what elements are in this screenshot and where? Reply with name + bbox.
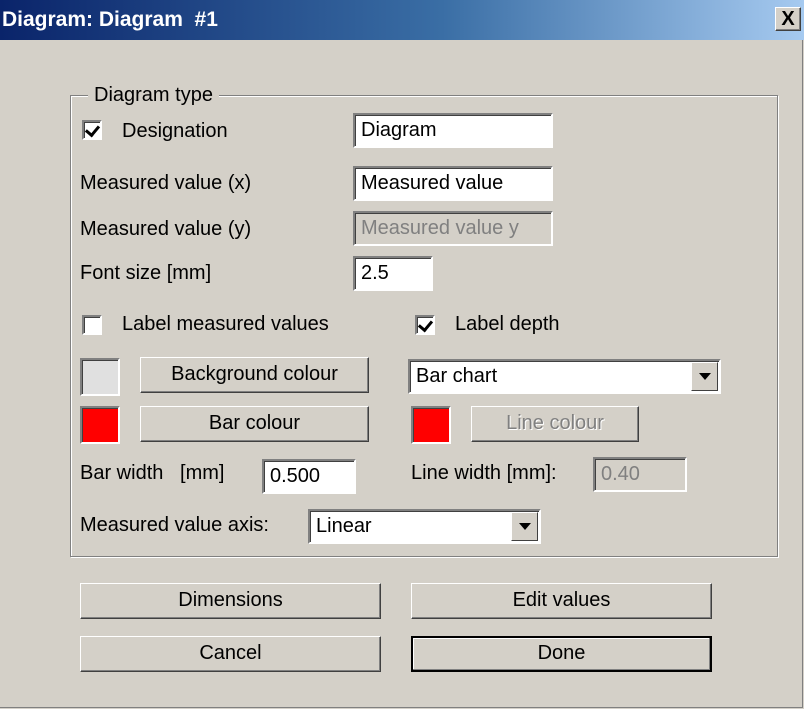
bar-width-label: Bar width [mm]: [80, 462, 225, 484]
title-bar: Diagram: Diagram #1 X: [0, 0, 804, 40]
measured-x-label: Measured value (x): [80, 172, 252, 194]
measured-x-field[interactable]: Measured value: [353, 166, 553, 201]
background-colour-button[interactable]: Background colour: [140, 357, 369, 393]
measured-y-label: Measured value (y): [80, 218, 252, 240]
label-measured-values-checkbox[interactable]: [82, 315, 102, 335]
bar-colour-button[interactable]: Bar colour: [140, 406, 369, 442]
chart-type-value: Bar chart: [416, 365, 498, 387]
axis-value: Linear: [316, 515, 372, 537]
dimensions-button[interactable]: Dimensions: [80, 583, 381, 619]
window-title: Diagram: Diagram #1: [2, 8, 218, 31]
background-colour-swatch: [80, 358, 120, 396]
close-button[interactable]: X: [775, 7, 801, 31]
bar-colour-swatch: [80, 406, 120, 444]
line-colour-swatch: [411, 406, 451, 444]
designation-label: Designation: [122, 120, 228, 142]
label-measured-values-label: Label measured values: [122, 313, 329, 335]
axis-select[interactable]: Linear: [308, 509, 541, 544]
chevron-down-icon[interactable]: [691, 362, 718, 391]
chart-type-select[interactable]: Bar chart: [408, 359, 721, 394]
label-depth-checkbox[interactable]: [415, 315, 435, 335]
measured-y-field: Measured value y: [353, 211, 553, 246]
line-width-field: 0.40: [593, 457, 687, 492]
label-depth-label: Label depth: [455, 313, 560, 335]
cancel-button[interactable]: Cancel: [80, 636, 381, 672]
close-icon: X: [781, 8, 795, 30]
chevron-down-icon[interactable]: [511, 512, 538, 541]
font-size-label: Font size [mm]: [80, 262, 212, 284]
bar-width-field[interactable]: 0.500: [262, 459, 356, 494]
line-width-label: Line width [mm]:: [411, 462, 557, 484]
group-title: Diagram type: [88, 84, 219, 107]
edit-values-button[interactable]: Edit values: [411, 583, 712, 619]
done-button[interactable]: Done: [411, 636, 712, 672]
line-colour-button: Line colour: [471, 406, 639, 442]
axis-label: Measured value axis:: [80, 514, 269, 536]
font-size-field[interactable]: 2.5: [353, 256, 433, 291]
designation-checkbox[interactable]: [82, 120, 102, 140]
designation-field[interactable]: Diagram: [353, 113, 553, 148]
